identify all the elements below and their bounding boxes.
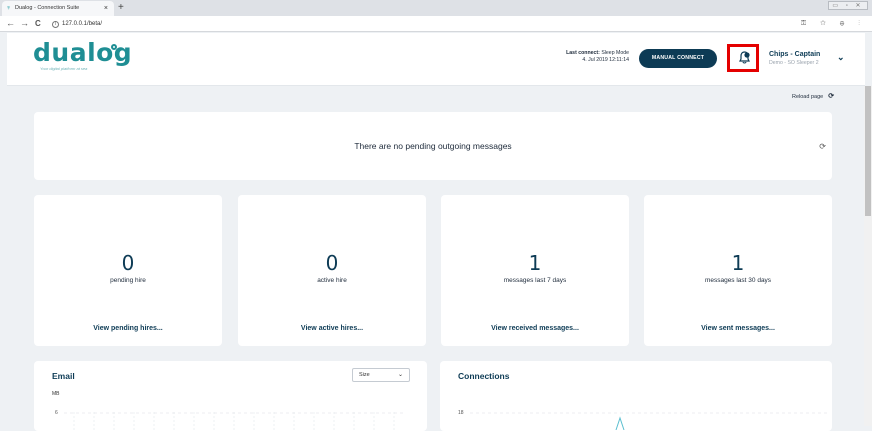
site-info-icon[interactable]: i bbox=[52, 21, 59, 28]
browser-tab[interactable]: ♆ Dualog - Connection Suite × bbox=[2, 1, 114, 16]
connections-chart-grid bbox=[470, 412, 830, 430]
view-sent-messages-link[interactable]: View sent messages... bbox=[644, 325, 832, 332]
last-connect-mode: Sleep Mode bbox=[601, 50, 629, 56]
manual-connect-button[interactable]: MANUAL CONNECT bbox=[639, 49, 717, 68]
chevron-down-icon: ⌄ bbox=[397, 372, 403, 378]
email-chart-title: Email bbox=[52, 371, 75, 381]
stat-label: active hire bbox=[317, 277, 347, 284]
reload-icon[interactable]: C bbox=[35, 17, 41, 30]
browser-tab-title: Dualog - Connection Suite bbox=[15, 5, 80, 11]
reload-page-link[interactable]: Reload page ⟳ bbox=[792, 92, 834, 100]
stat-card-messages-7-days: 1 messages last 7 days View received mes… bbox=[441, 195, 629, 346]
stat-card-messages-30-days: 1 messages last 30 days View sent messag… bbox=[644, 195, 832, 346]
new-tab-button[interactable]: + bbox=[118, 1, 124, 15]
stat-label: pending hire bbox=[110, 277, 146, 284]
last-connect-info: Last connect: Sleep Mode 4. Jul 2019 12:… bbox=[566, 50, 629, 64]
user-vessel: Demo - SO Sleeper 2 bbox=[769, 60, 819, 66]
last-connect-time: 4. Jul 2019 12:11:14 bbox=[582, 57, 629, 63]
window-controls[interactable]: ▭ ▫ ✕ bbox=[828, 1, 868, 10]
tab-close-icon[interactable]: × bbox=[104, 1, 108, 16]
stat-value: 1 bbox=[528, 251, 542, 275]
last-connect-label: Last connect: bbox=[566, 50, 600, 56]
back-icon[interactable]: ← bbox=[6, 17, 15, 30]
connections-chart-title: Connections bbox=[458, 371, 510, 381]
view-pending-hires-link[interactable]: View pending hires... bbox=[34, 325, 222, 332]
app-header: dualog Your digital platform at sea Last… bbox=[7, 33, 865, 86]
url-field[interactable]: i 127.0.0.1/beta/ bbox=[52, 18, 102, 30]
scrollbar-thumb[interactable] bbox=[865, 86, 871, 216]
stat-card-active-hire: 0 active hire View active hires... bbox=[238, 195, 426, 346]
address-bar: ← → C i 127.0.0.1/beta/ ⚿ ☆ ⊕ ⋮ bbox=[0, 16, 872, 32]
stat-label: messages last 30 days bbox=[704, 277, 772, 284]
pending-messages-card: There are no pending outgoing messages ⟳ bbox=[34, 112, 832, 180]
stat-value: 0 bbox=[121, 251, 135, 275]
email-chart-grid bbox=[64, 412, 404, 430]
browser-tab-strip: ♆ Dualog - Connection Suite × + ▭ ▫ ✕ bbox=[0, 0, 872, 16]
pending-messages-text: There are no pending outgoing messages bbox=[354, 141, 512, 151]
email-y-tick: 6 bbox=[55, 410, 58, 416]
user-name[interactable]: Chips - Captain bbox=[769, 51, 820, 58]
stat-card-pending-hire: 0 pending hire View pending hires... bbox=[34, 195, 222, 346]
size-select-value: Size bbox=[359, 372, 370, 378]
view-active-hires-link[interactable]: View active hires... bbox=[238, 325, 426, 332]
connections-series-line bbox=[615, 416, 625, 430]
bell-icon bbox=[739, 51, 750, 64]
pending-refresh-icon[interactable]: ⟳ bbox=[819, 142, 826, 151]
url-text: 127.0.0.1/beta/ bbox=[62, 21, 103, 27]
refresh-icon: ⟳ bbox=[828, 93, 835, 100]
size-select[interactable]: Size ⌄ bbox=[352, 368, 410, 382]
stat-value: 1 bbox=[731, 251, 745, 275]
notifications-button[interactable] bbox=[727, 44, 759, 72]
logo-tagline: Your digital platform at sea bbox=[40, 66, 88, 71]
logo-dot-icon bbox=[111, 44, 117, 50]
reload-page-label: Reload page bbox=[792, 94, 824, 100]
view-received-messages-link[interactable]: View received messages... bbox=[441, 325, 629, 332]
stat-label: messages last 7 days bbox=[503, 277, 567, 284]
dualog-logo[interactable]: dualog bbox=[33, 39, 132, 67]
dualog-favicon-icon: ♆ bbox=[6, 5, 12, 12]
user-menu-chevron-icon[interactable]: ⌄ bbox=[837, 52, 845, 63]
stat-value: 0 bbox=[325, 251, 339, 275]
email-y-axis-label: MB bbox=[52, 391, 60, 397]
email-chart-card: Email Size ⌄ MB 6 bbox=[34, 361, 427, 431]
forward-icon[interactable]: → bbox=[20, 17, 29, 30]
address-bar-icons[interactable]: ⚿ ☆ ⊕ ⋮ bbox=[801, 18, 866, 30]
page-scrollbar[interactable] bbox=[864, 86, 872, 426]
connections-y-tick: 18 bbox=[458, 410, 464, 416]
connections-chart-card: Connections 18 bbox=[440, 361, 832, 431]
